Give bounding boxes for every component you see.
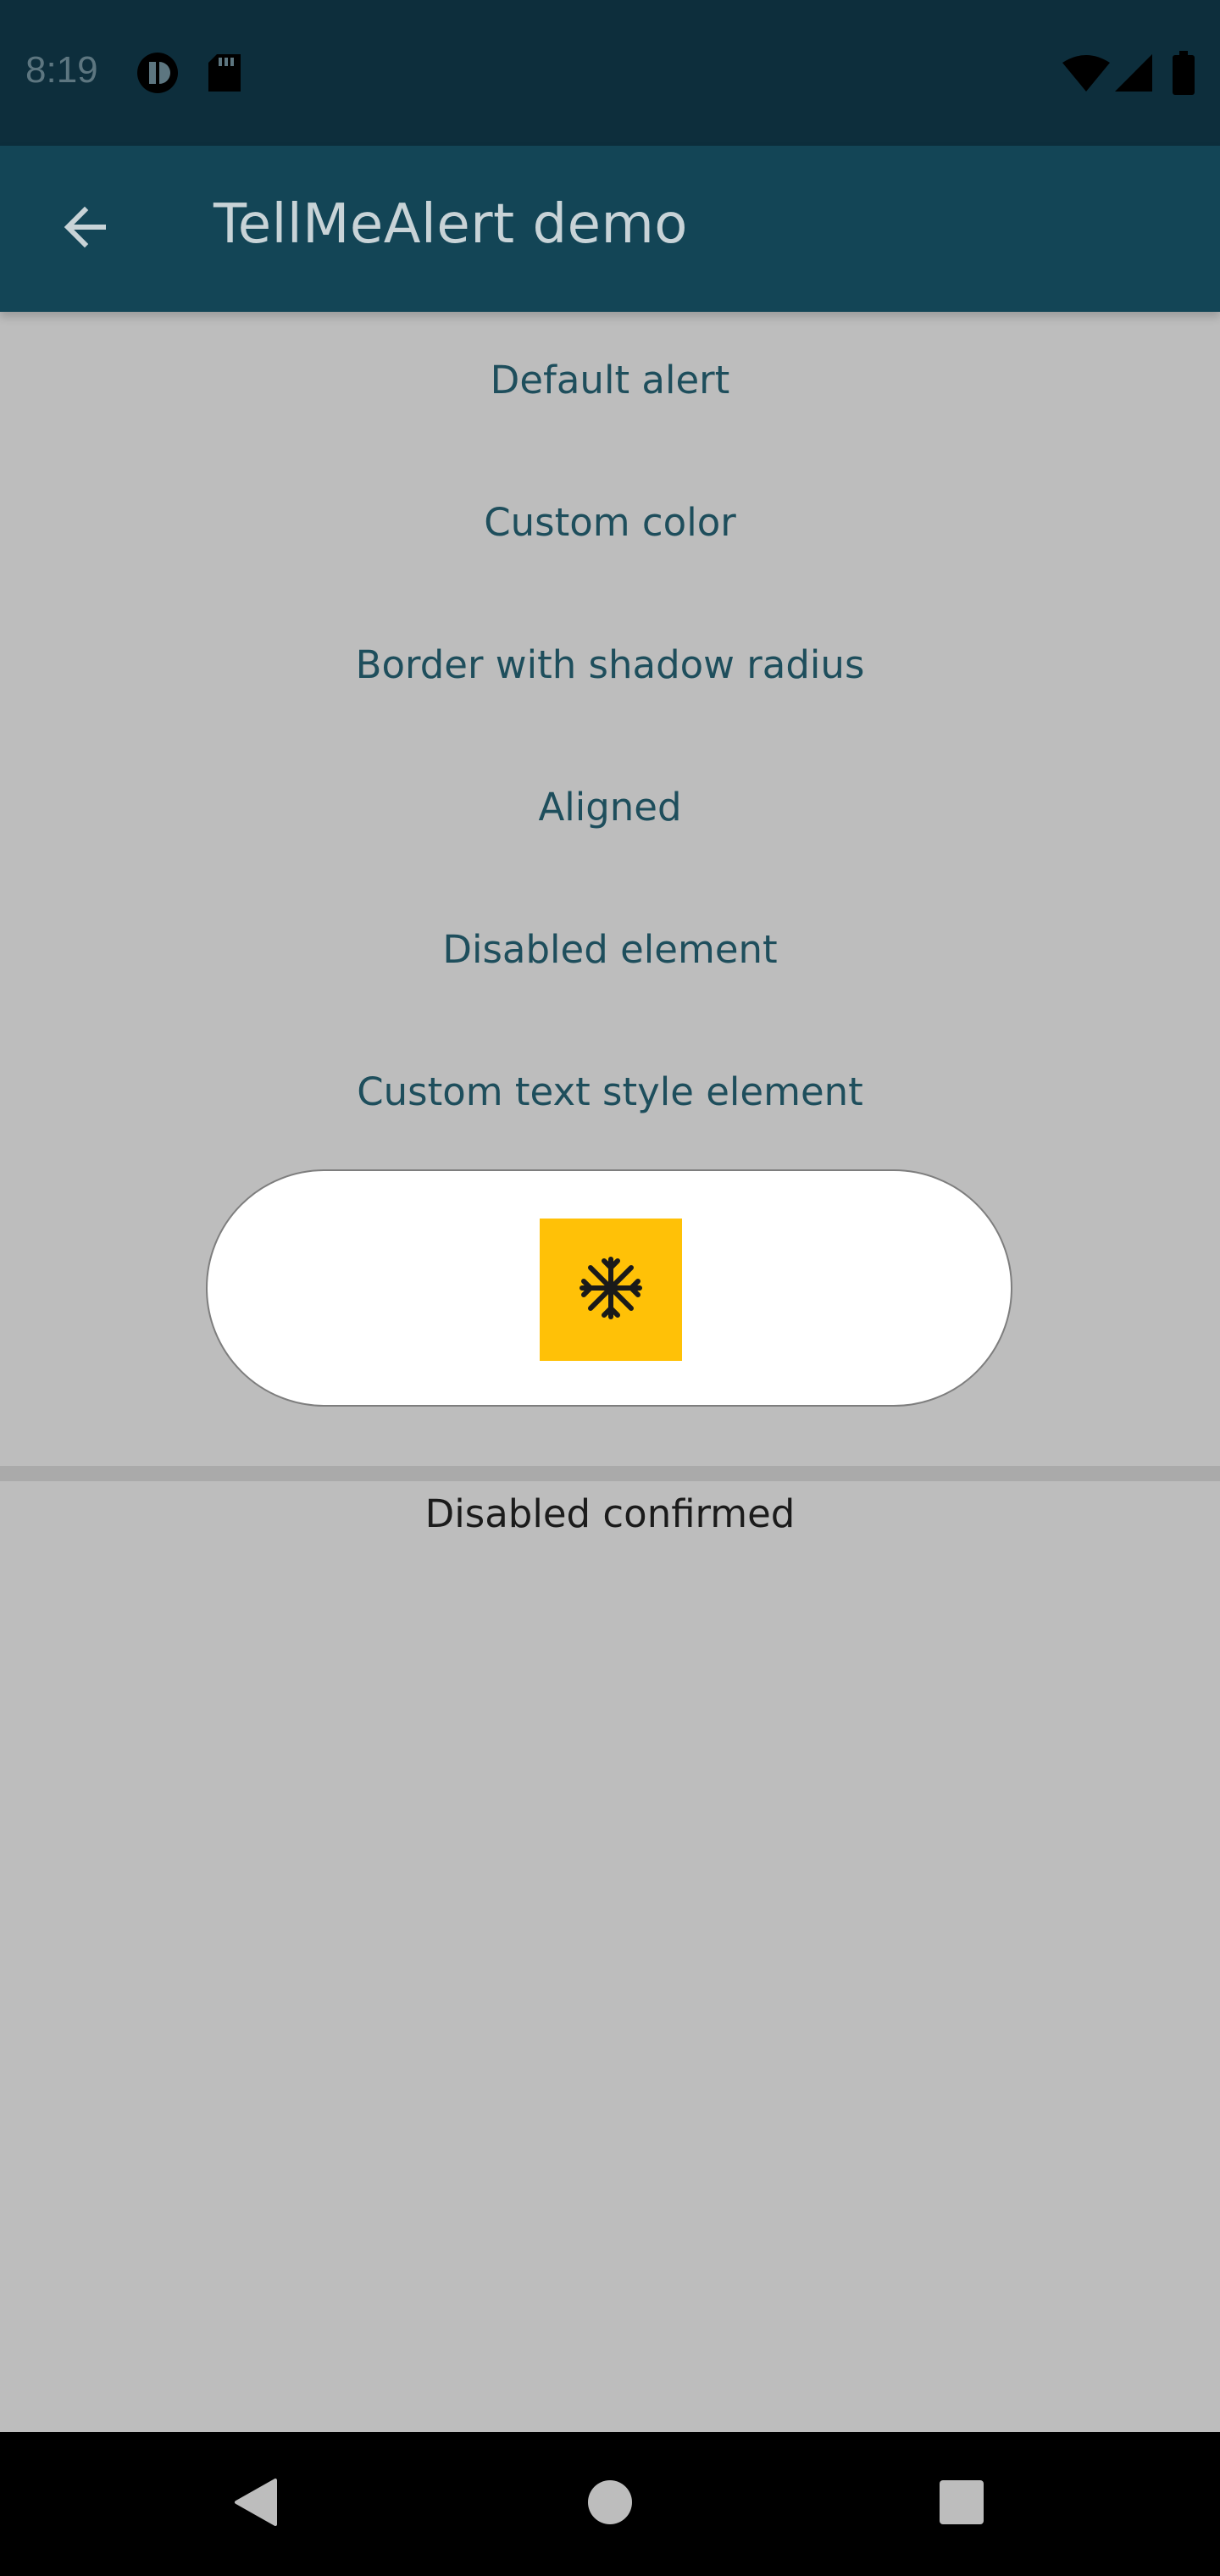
nav-recents-button[interactable]: [923, 2466, 1000, 2542]
snowflake-icon: [577, 1254, 645, 1325]
result-text: Disabled confirmed: [424, 1491, 796, 1536]
menu-item-disabled-element[interactable]: Disabled element: [0, 878, 1220, 1020]
status-time: 8:19: [25, 49, 98, 91]
back-triangle-icon: [231, 2477, 279, 2531]
home-circle-icon: [586, 2479, 634, 2529]
cell-signal-icon: [1115, 54, 1152, 92]
battery-icon: [1173, 51, 1195, 95]
app-title: TellMeAlert demo: [214, 193, 688, 256]
recents-square-icon: [938, 2479, 985, 2529]
wifi-icon: [1062, 54, 1110, 92]
back-button[interactable]: [41, 185, 129, 273]
status-bar: 8:19: [0, 0, 1220, 146]
menu-item-default-alert[interactable]: Default alert: [0, 308, 1220, 451]
menu-item-border-shadow-radius[interactable]: Border with shadow radius: [0, 593, 1220, 736]
nav-back-button[interactable]: [217, 2466, 293, 2542]
menu-item-aligned[interactable]: Aligned: [0, 736, 1220, 878]
app-notification-icon: [136, 51, 180, 95]
alert-icon-box: [540, 1219, 682, 1361]
menu-item-custom-color[interactable]: Custom color: [0, 451, 1220, 593]
divider: [0, 1466, 1220, 1481]
arrow-back-icon: [59, 202, 110, 256]
sd-card-icon: [208, 54, 241, 92]
alert-pill[interactable]: [206, 1169, 1012, 1407]
menu-item-custom-text-style[interactable]: Custom text style element: [0, 1020, 1220, 1163]
nav-home-button[interactable]: [572, 2466, 648, 2542]
app-bar: TellMeAlert demo: [0, 146, 1220, 312]
nav-bar: [0, 2432, 1220, 2576]
